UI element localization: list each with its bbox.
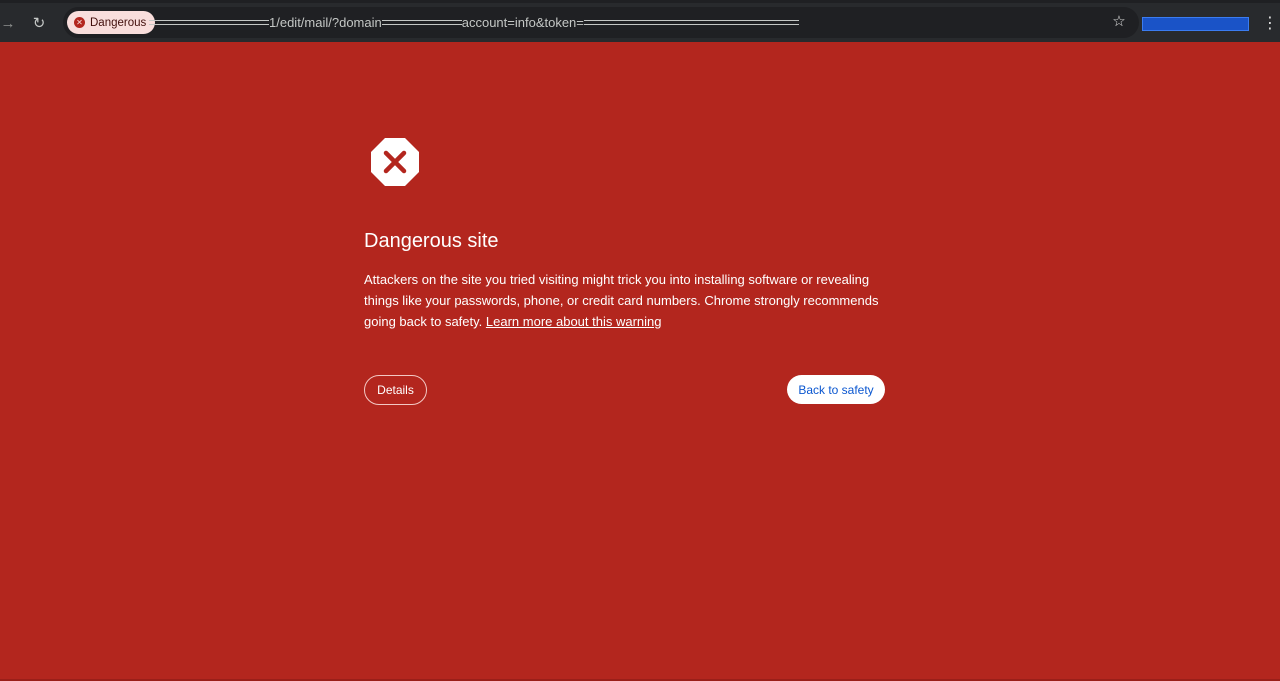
menu-icon[interactable]: ⋮ — [1262, 11, 1278, 37]
page-title: Dangerous site — [364, 230, 499, 252]
url-redaction — [381, 20, 462, 26]
security-chip[interactable]: ✕ Dangerous — [67, 11, 156, 34]
forward-icon[interactable]: → — [0, 11, 20, 35]
url-segment-query: account=info&token= — [461, 15, 584, 30]
url-text[interactable]: 1/edit/mail/?domain account=info&token= — [149, 7, 799, 38]
security-chip-label: Dangerous — [90, 16, 147, 29]
address-bar[interactable]: ✕ Dangerous 1/edit/mail/?domain account=i… — [63, 7, 1139, 38]
url-redaction — [149, 20, 269, 26]
learn-more-link[interactable]: Learn more about this warning — [486, 314, 662, 329]
url-segment-path: 1/edit/mail/?domain — [269, 15, 382, 30]
url-redaction — [583, 20, 799, 26]
danger-octagon-icon — [371, 138, 419, 186]
warning-description: Attackers on the site you tried visiting… — [364, 269, 885, 332]
back-to-safety-button[interactable]: Back to safety — [787, 375, 885, 404]
bookmark-star-icon[interactable]: ☆ — [1109, 12, 1129, 32]
browser-toolbar: → ↻ ✕ Dangerous 1/edit/mail/?domain accou… — [0, 0, 1280, 42]
danger-icon: ✕ — [74, 17, 85, 28]
profile-redaction[interactable] — [1142, 17, 1249, 31]
reload-icon[interactable]: ↻ — [27, 11, 51, 35]
details-button[interactable]: Details — [364, 375, 427, 405]
